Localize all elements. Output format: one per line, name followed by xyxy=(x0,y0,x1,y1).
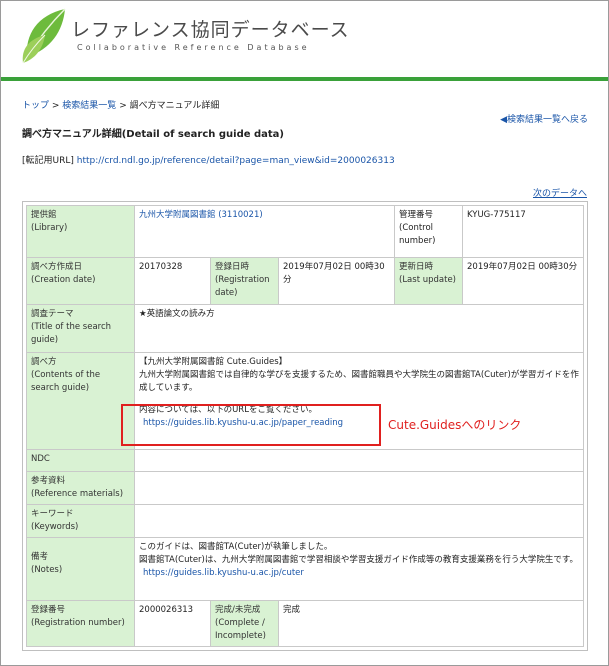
reference-materials-header: 参考資料 (Reference materials) xyxy=(26,470,135,506)
annotation-highlight-box xyxy=(121,404,381,446)
permalink-label: [転記用URL] xyxy=(22,156,74,166)
contents-header: 調べ方 (Contents of the search guide) xyxy=(26,351,135,450)
creation-date-header: 調べ方作成日 (Creation date) xyxy=(26,257,135,305)
creation-date-value: 20170328 xyxy=(134,257,211,305)
breadcrumb: トップ > 検索結果一覧 > 調べ方マニュアル詳細 xyxy=(22,98,219,111)
registration-date-header: 登録日時 (Registration date) xyxy=(210,257,279,305)
next-data-link[interactable]: 次のデータへ xyxy=(533,186,587,199)
notes-value: このガイドは、図書館TA(Cuter)が執筆しました。 図書館TA(Cuter)… xyxy=(134,537,584,601)
complete-status-value: 完成 xyxy=(278,599,584,648)
page-title: 調べ方マニュアル詳細(Detail of search guide data) xyxy=(22,129,284,140)
leaves-logo-icon xyxy=(22,8,66,64)
notes-header: 備考 (Notes) xyxy=(26,537,135,601)
control-number-header: 管理番号 (Control number) xyxy=(394,204,463,259)
library-value-cell: 九州大学附属図書館 (3110021) xyxy=(134,204,395,259)
breadcrumb-top-link[interactable]: トップ xyxy=(22,101,49,111)
back-to-results-link[interactable]: ◀検索結果一覧へ戻る xyxy=(500,112,588,125)
ndc-header: NDC xyxy=(26,448,135,472)
breadcrumb-search-results-link[interactable]: 検索結果一覧 xyxy=(62,101,116,111)
library-link[interactable]: 九州大学附属図書館 (3110021) xyxy=(139,210,263,220)
permalink: [転記用URL] http://crd.ndl.go.jp/reference/… xyxy=(22,153,395,166)
header-divider xyxy=(1,77,608,81)
breadcrumb-current: 調べ方マニュアル詳細 xyxy=(129,101,220,111)
complete-status-header: 完成/未完成 (Complete / Incomplete) xyxy=(210,599,279,648)
registration-date-value: 2019年07月02日 00時30分 xyxy=(278,257,395,305)
last-update-value: 2019年07月02日 00時30分 xyxy=(462,257,584,305)
breadcrumb-separator: > xyxy=(51,101,63,111)
control-number-value: KYUG-775117 xyxy=(462,204,584,259)
site-subtitle: Collaborative Reference Database xyxy=(77,43,310,52)
breadcrumb-separator: > xyxy=(119,101,130,111)
keywords-header: キーワード (Keywords) xyxy=(26,503,135,539)
site-title: レファレンス協同データベース xyxy=(71,19,350,41)
cuter-guide-link[interactable]: https://guides.lib.kyushu-u.ac.jp/cuter xyxy=(143,568,304,578)
keywords-value xyxy=(134,503,584,539)
annotation-label: Cute.Guidesへのリンク xyxy=(388,418,522,432)
theme-header: 調査テーマ (Title of the search guide) xyxy=(26,303,135,353)
ndc-value xyxy=(134,448,584,472)
reference-materials-value xyxy=(134,470,584,506)
library-header: 提供館 (Library) xyxy=(26,204,135,259)
permalink-url-link[interactable]: http://crd.ndl.go.jp/reference/detail?pa… xyxy=(77,156,395,166)
registration-number-value: 2000026313 xyxy=(134,599,211,648)
site-header: レファレンス協同データベース Collaborative Reference D… xyxy=(1,1,608,77)
theme-value: ★英語論文の読み方 xyxy=(134,303,584,353)
last-update-header: 更新日時 (Last update) xyxy=(394,257,463,305)
registration-number-header: 登録番号 (Registration number) xyxy=(26,599,135,648)
